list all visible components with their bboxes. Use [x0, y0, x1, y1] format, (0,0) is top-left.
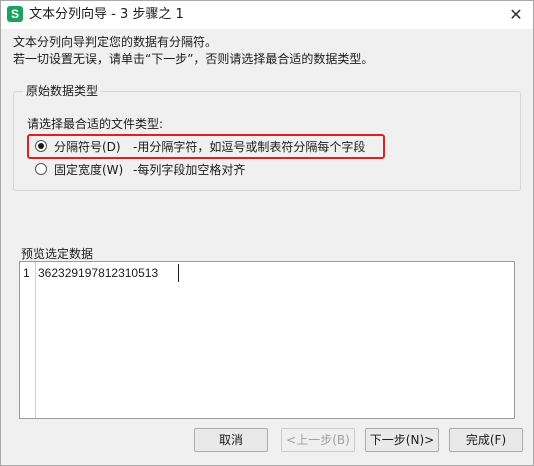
previous-step-button[interactable]: <上一步(B) — [281, 428, 355, 452]
preview-row-text: 362329197812310513 — [38, 266, 159, 280]
finish-button[interactable]: 完成(F) — [449, 428, 523, 452]
intro-line-1: 文本分列向导判定您的数据有分隔符。 — [13, 35, 218, 49]
fixed-width-radio-description: -每列字段加空格对齐 — [133, 163, 246, 177]
text-to-columns-wizard-dialog: S 文本分列向导 - 3 步骤之 1 ✕ 文本分列向导判定您的数据有分隔符。 若… — [0, 0, 534, 466]
preview-line-gutter: 1 — [20, 262, 36, 418]
delimited-radio-description: -用分隔字符，如逗号或制表符分隔每个字段 — [133, 140, 366, 154]
original-data-type-legend: 原始数据类型 — [23, 83, 102, 99]
cancel-button[interactable]: 取消 — [194, 428, 268, 452]
wps-spreadsheet-icon: S — [7, 6, 23, 22]
fixed-width-radio-label[interactable]: 固定宽度(W) — [54, 161, 123, 179]
window-title: 文本分列向导 - 3 步骤之 1 — [29, 7, 184, 22]
preview-label: 预览选定数据 — [21, 247, 94, 261]
next-step-button[interactable]: 下一步(N)> — [365, 428, 439, 452]
preview-column-marker — [178, 264, 179, 282]
data-preview-box[interactable]: 1 362329197812310513 — [19, 261, 515, 419]
delimited-radio-button[interactable] — [35, 140, 47, 152]
close-icon: ✕ — [509, 5, 523, 24]
title-bar: S 文本分列向导 - 3 步骤之 1 ✕ — [1, 1, 533, 29]
intro-text: 文本分列向导判定您的数据有分隔符。 若一切设置无误，请单击“下一步”，否则请选择… — [13, 34, 373, 68]
close-button[interactable]: ✕ — [499, 1, 533, 29]
delimited-radio-label[interactable]: 分隔符号(D) — [54, 138, 121, 156]
preview-line-number: 1 — [23, 266, 30, 280]
intro-line-2: 若一切设置无误，请单击“下一步”，否则请选择最合适的数据类型。 — [13, 52, 374, 66]
fixed-width-radio-button[interactable] — [35, 163, 47, 175]
file-type-prompt: 请选择最合适的文件类型: — [27, 117, 164, 131]
